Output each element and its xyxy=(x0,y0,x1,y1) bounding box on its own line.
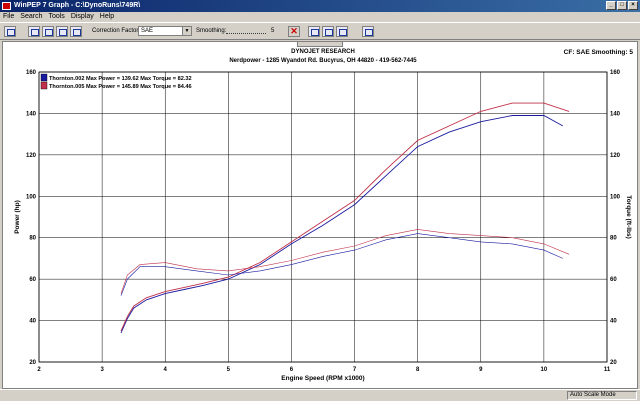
y-tick-label-left: 80 xyxy=(29,236,36,242)
y-tick-label-left: 60 xyxy=(29,277,36,283)
legend-entry-2: Thornton.005 Max Power = 145.89 Max Torq… xyxy=(49,84,192,90)
chart-header-1: DYNOJET RESEARCH xyxy=(291,49,355,55)
chart-header-2: Nerdpower - 1285 Wyandot Rd. Bucyrus, OH… xyxy=(229,58,417,64)
graph-icon[interactable] xyxy=(336,26,348,37)
x-tick-label: 5 xyxy=(227,367,231,373)
graph-tab-marker[interactable] xyxy=(297,41,343,47)
menu-display[interactable]: Display xyxy=(68,12,97,22)
y-tick-label-left: 100 xyxy=(26,194,37,200)
graph-icon[interactable] xyxy=(28,26,40,37)
x-tick-label: 7 xyxy=(353,367,357,373)
minimize-button[interactable]: _ xyxy=(606,1,616,10)
dyno-chart: 2 3 4 5 6 7 8 9 10 1120 2040 4060 6080 80100 100120 120… xyxy=(14,49,634,382)
smoothing-slider[interactable] xyxy=(226,29,266,34)
x-tick-label: 8 xyxy=(416,367,420,373)
y-tick-label-right: 160 xyxy=(610,70,621,76)
x-tick-label: 4 xyxy=(164,367,168,373)
corner-info: CF: SAE Smoothing: 5 xyxy=(564,49,634,56)
x-tick-label: 9 xyxy=(479,367,483,373)
window-title: WinPEP 7 Graph - C:\DynoRuns\749R\ xyxy=(14,2,141,9)
toolbar: Correction Factor SAE ▼ Smoothing: 5 ✕ xyxy=(0,22,640,40)
app-icon xyxy=(2,2,11,10)
y-tick-label-right: 40 xyxy=(610,319,617,325)
menu-search[interactable]: Search xyxy=(17,12,45,22)
legend-swatch-1 xyxy=(40,73,48,82)
x-tick-label: 6 xyxy=(290,367,294,373)
legend-swatch-2 xyxy=(40,81,48,90)
window-titlebar: WinPEP 7 Graph - C:\DynoRuns\749R\ _ □ × xyxy=(0,0,640,12)
smoothing-value: 5 xyxy=(271,28,275,34)
x-tick-label: 3 xyxy=(100,367,104,373)
menu-help[interactable]: Help xyxy=(97,12,117,22)
x-tick-label: 2 xyxy=(37,367,41,373)
y-axis-right-label: Torque (ft-lbs) xyxy=(625,195,632,239)
x-tick-label: 10 xyxy=(541,367,548,373)
y-tick-label-right: 20 xyxy=(610,360,617,366)
status-mode: Auto Scale Mode xyxy=(567,391,637,400)
y-tick-label-right: 140 xyxy=(610,111,621,117)
status-bar: Auto Scale Mode xyxy=(0,389,640,401)
crosshair-icon[interactable] xyxy=(362,26,374,37)
graph-window: 2 3 4 5 6 7 8 9 10 11 20 20 40 40 60 60 80 80 100 100 120 120… xyxy=(2,41,638,389)
open-run-icon[interactable] xyxy=(4,26,16,37)
y-tick-label-right: 60 xyxy=(610,277,617,283)
legend-entry-1: Thornton.002 Max Power = 139.62 Max Torq… xyxy=(49,76,192,82)
menu-file[interactable]: File xyxy=(0,12,17,22)
correction-factor-value: SAE xyxy=(141,28,154,34)
y-tick-label-left: 40 xyxy=(29,319,36,325)
correction-factor-label: Correction Factor xyxy=(92,28,139,34)
graph-icon[interactable] xyxy=(308,26,320,37)
menu-tools[interactable]: Tools xyxy=(45,12,67,22)
y-tick-label-left: 140 xyxy=(26,111,37,117)
graph-icon[interactable] xyxy=(322,26,334,37)
y-tick-label-left: 20 xyxy=(29,360,36,366)
y-tick-label-left: 120 xyxy=(26,153,37,159)
correction-factor-select[interactable]: SAE ▼ xyxy=(138,26,192,36)
y-tick-label-right: 100 xyxy=(610,194,621,200)
x-tick-label: 11 xyxy=(604,367,611,373)
y-tick-label-left: 160 xyxy=(26,70,37,76)
menu-bar: File Search Tools Display Help xyxy=(0,12,640,22)
graph-icon[interactable] xyxy=(56,26,68,37)
y-tick-label-right: 120 xyxy=(610,153,621,159)
chevron-down-icon: ▼ xyxy=(182,27,191,35)
smoothing-label: Smoothing: xyxy=(196,28,227,34)
graph-icon[interactable] xyxy=(42,26,54,37)
x-axis-label: Engine Speed (RPM x1000) xyxy=(281,375,364,382)
graph-icon[interactable] xyxy=(70,26,82,37)
close-graph-icon[interactable]: ✕ xyxy=(288,26,300,37)
close-button[interactable]: × xyxy=(628,1,638,10)
y-axis-left-label: Power (hp) xyxy=(14,200,21,234)
maximize-button[interactable]: □ xyxy=(617,1,627,10)
y-tick-label-right: 80 xyxy=(610,236,617,242)
